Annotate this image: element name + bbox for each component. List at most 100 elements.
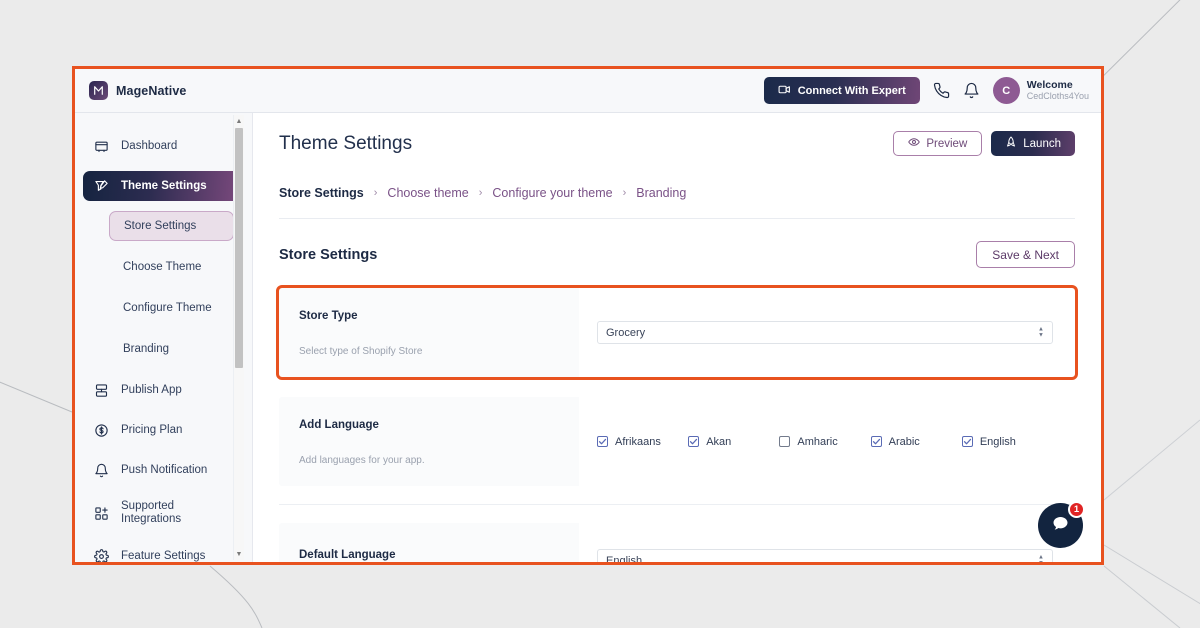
field-hint: Select type of Shopify Store	[299, 346, 423, 357]
top-bar: MageNative Connect With Expert C Welcome…	[75, 69, 1101, 113]
publish-app-icon	[93, 383, 110, 398]
scroll-down-icon[interactable]: ▼	[234, 548, 244, 560]
breadcrumb-separator-icon: ›	[622, 187, 627, 199]
preview-button-label: Preview	[926, 137, 968, 150]
top-bar-actions: Connect With Expert C Welcome CedCloths4…	[763, 77, 1089, 104]
eye-icon	[908, 136, 921, 151]
sidebar-subitem-branding[interactable]: Branding	[109, 334, 234, 364]
store-type-select[interactable]: Grocery ▲ ▼	[597, 321, 1053, 344]
checkbox-checked-icon[interactable]	[688, 436, 700, 447]
breadcrumb-separator-icon: ›	[478, 187, 483, 199]
scrollbar-thumb[interactable]	[235, 128, 243, 368]
page-header: Theme Settings Preview Launch	[279, 131, 1075, 156]
section-title: Store Settings	[279, 246, 378, 263]
field-store-type-control: Grocery ▲ ▼	[579, 288, 1075, 377]
checkbox-checked-icon[interactable]	[961, 436, 973, 447]
preview-button[interactable]: Preview	[893, 131, 983, 156]
language-label: Amharic	[797, 435, 838, 448]
sidebar-item-supported-integrations[interactable]: Supported Integrations	[83, 495, 242, 531]
sidebar-item-theme-settings[interactable]: Theme Settings	[83, 171, 242, 201]
section-header: Store Settings Save & Next	[279, 241, 1075, 268]
language-label: Arabic	[888, 435, 920, 448]
avatar: C	[992, 77, 1020, 104]
field-label: Default Language	[299, 549, 396, 561]
launch-button-label: Launch	[1023, 137, 1061, 150]
sidebar-subitem-label: Store Settings	[124, 220, 197, 232]
chat-unread-badge: 1	[1068, 501, 1085, 518]
phone-icon[interactable]	[933, 82, 950, 99]
sidebar-item-pricing-plan[interactable]: Pricing Plan	[83, 415, 242, 445]
chevron-updown-icon: ▲▼	[1038, 554, 1044, 562]
brand-logo-block[interactable]: MageNative	[89, 81, 186, 100]
sidebar-subitem-label: Branding	[123, 343, 170, 355]
page-header-actions: Preview Launch	[893, 131, 1075, 156]
sidebar-subitem-choose-theme[interactable]: Choose Theme	[109, 252, 234, 282]
language-checkbox-amharic[interactable]: Amharic	[779, 436, 870, 448]
page-title: Theme Settings	[279, 132, 413, 154]
language-label: Afrikaans	[615, 435, 661, 448]
sidebar-item-label: Pricing Plan	[121, 424, 183, 436]
bell-icon[interactable]	[963, 82, 980, 99]
bell-icon	[93, 463, 110, 478]
scroll-up-icon[interactable]: ▲	[234, 115, 244, 127]
checkbox-checked-icon[interactable]	[870, 436, 882, 447]
rocket-icon	[1005, 136, 1017, 151]
language-checkbox-afrikaans[interactable]: Afrikaans	[597, 436, 688, 448]
sidebar-subitem-store-settings[interactable]: Store Settings	[109, 211, 234, 241]
pricing-plan-icon	[93, 423, 110, 438]
brand-name: MageNative	[116, 83, 187, 98]
integrations-icon	[93, 506, 110, 521]
field-default-language-labels: Default Language	[279, 523, 579, 562]
checkbox-unchecked-icon[interactable]	[779, 436, 791, 447]
username-label: CedCloths4You	[1026, 91, 1089, 102]
app-window: MageNative Connect With Expert C Welcome…	[72, 66, 1104, 565]
chat-widget-button[interactable]: 1	[1038, 501, 1085, 548]
sidebar-nav: Dashboard Theme Settings Store Settings	[75, 131, 252, 562]
language-checkbox-arabic[interactable]: Arabic	[870, 435, 962, 448]
sidebar-item-label: Dashboard	[121, 140, 178, 152]
sidebar-item-label: Feature Settings	[121, 550, 206, 562]
default-language-select[interactable]: English ▲▼	[597, 549, 1053, 562]
field-label: Add Language	[299, 419, 379, 431]
dashboard-icon	[93, 139, 110, 154]
field-default-language: Default Language English ▲▼	[279, 523, 1075, 562]
field-store-type-labels: Store Type Select type of Shopify Store	[279, 288, 579, 377]
sidebar-item-label-line2: Integrations	[121, 513, 182, 525]
sidebar-item-push-notification[interactable]: Push Notification	[83, 455, 242, 485]
sidebar-item-publish-app[interactable]: Publish App	[83, 375, 242, 405]
welcome-label: Welcome	[1026, 79, 1073, 92]
language-label: English	[979, 435, 1016, 448]
checkbox-checked-icon[interactable]	[597, 436, 608, 447]
breadcrumb-item-store-settings[interactable]: Store Settings	[279, 186, 364, 200]
theme-settings-icon	[93, 179, 110, 194]
gear-icon	[93, 548, 110, 562]
magenative-logo-icon	[89, 81, 108, 100]
sidebar-item-label: Push Notification	[121, 464, 208, 476]
main-content: Theme Settings Preview Launch Store Sett…	[253, 113, 1101, 562]
launch-button[interactable]: Launch	[991, 131, 1075, 156]
screenshot-root: MageNative Connect With Expert C Welcome…	[0, 0, 1200, 628]
connect-with-expert-button[interactable]: Connect With Expert	[763, 77, 920, 104]
sidebar-subitem-configure-theme[interactable]: Configure Theme	[109, 293, 234, 323]
store-type-value: Grocery	[606, 326, 646, 339]
sidebar-item-feature-settings[interactable]: Feature Settings	[83, 541, 242, 562]
language-checkbox-english[interactable]: English	[961, 435, 1053, 448]
chevron-updown-icon: ▲▼	[1038, 326, 1044, 338]
app-body: Dashboard Theme Settings Store Settings	[75, 113, 1101, 562]
breadcrumb-item-choose-theme[interactable]: Choose theme	[387, 186, 468, 200]
field-label: Store Type	[299, 310, 358, 322]
breadcrumb-item-configure-your-theme[interactable]: Configure your theme	[492, 186, 612, 200]
section-divider	[279, 504, 1075, 505]
language-checkbox-group: Afrikaans Akan Amharic Arabic English	[597, 436, 1053, 448]
sidebar-item-dashboard[interactable]: Dashboard	[83, 131, 242, 161]
language-checkbox-akan[interactable]: Akan	[688, 436, 779, 448]
breadcrumb-item-branding[interactable]: Branding	[636, 186, 686, 200]
save-next-button[interactable]: Save & Next	[976, 241, 1075, 268]
sidebar-scrollbar[interactable]: ▲ ▼	[233, 115, 244, 560]
video-camera-icon	[778, 83, 791, 99]
sidebar: Dashboard Theme Settings Store Settings	[75, 113, 253, 562]
sidebar-item-label: Theme Settings	[121, 180, 207, 192]
sidebar-item-label: Publish App	[121, 384, 182, 396]
language-label: Akan	[706, 435, 732, 448]
user-menu[interactable]: C Welcome CedCloths4You	[992, 77, 1089, 104]
